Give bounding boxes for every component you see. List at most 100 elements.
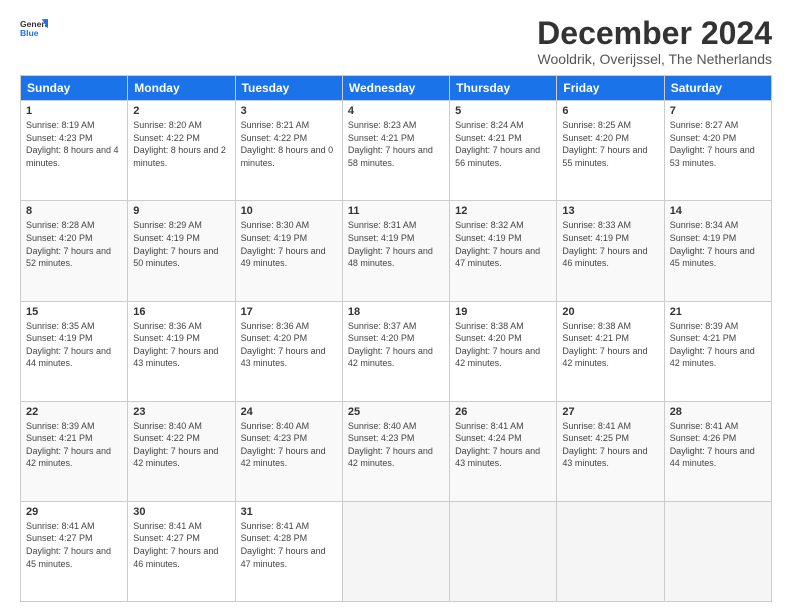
page: General Blue December 2024 Wooldrik, Ove… [0, 0, 792, 612]
day-info: Sunrise: 8:36 AMSunset: 4:19 PMDaylight:… [133, 321, 218, 369]
weekday-header-row: Sunday Monday Tuesday Wednesday Thursday… [21, 76, 772, 101]
day-number: 11 [348, 205, 444, 217]
day-cell [557, 501, 664, 601]
day-number: 13 [562, 205, 658, 217]
day-number: 4 [348, 105, 444, 117]
day-info: Sunrise: 8:41 AMSunset: 4:26 PMDaylight:… [670, 421, 755, 469]
day-cell: 13 Sunrise: 8:33 AMSunset: 4:19 PMDaylig… [557, 201, 664, 301]
day-info: Sunrise: 8:38 AMSunset: 4:20 PMDaylight:… [455, 321, 540, 369]
day-number: 18 [348, 306, 444, 318]
title-block: December 2024 Wooldrik, Overijssel, The … [537, 16, 772, 67]
day-cell: 27 Sunrise: 8:41 AMSunset: 4:25 PMDaylig… [557, 401, 664, 501]
day-cell: 5 Sunrise: 8:24 AMSunset: 4:21 PMDayligh… [450, 101, 557, 201]
day-info: Sunrise: 8:34 AMSunset: 4:19 PMDaylight:… [670, 220, 755, 268]
day-number: 15 [26, 306, 122, 318]
day-info: Sunrise: 8:41 AMSunset: 4:24 PMDaylight:… [455, 421, 540, 469]
day-cell: 19 Sunrise: 8:38 AMSunset: 4:20 PMDaylig… [450, 301, 557, 401]
day-info: Sunrise: 8:39 AMSunset: 4:21 PMDaylight:… [670, 321, 755, 369]
header-saturday: Saturday [664, 76, 771, 101]
day-info: Sunrise: 8:21 AMSunset: 4:22 PMDaylight:… [241, 120, 334, 168]
calendar-body: 1 Sunrise: 8:19 AMSunset: 4:23 PMDayligh… [21, 101, 772, 602]
day-cell: 22 Sunrise: 8:39 AMSunset: 4:21 PMDaylig… [21, 401, 128, 501]
day-cell: 11 Sunrise: 8:31 AMSunset: 4:19 PMDaylig… [342, 201, 449, 301]
day-info: Sunrise: 8:40 AMSunset: 4:23 PMDaylight:… [241, 421, 326, 469]
day-info: Sunrise: 8:41 AMSunset: 4:28 PMDaylight:… [241, 521, 326, 569]
day-info: Sunrise: 8:40 AMSunset: 4:22 PMDaylight:… [133, 421, 218, 469]
day-cell: 25 Sunrise: 8:40 AMSunset: 4:23 PMDaylig… [342, 401, 449, 501]
day-info: Sunrise: 8:40 AMSunset: 4:23 PMDaylight:… [348, 421, 433, 469]
header-wednesday: Wednesday [342, 76, 449, 101]
day-info: Sunrise: 8:20 AMSunset: 4:22 PMDaylight:… [133, 120, 226, 168]
header-friday: Friday [557, 76, 664, 101]
day-number: 12 [455, 205, 551, 217]
week-row-3: 15 Sunrise: 8:35 AMSunset: 4:19 PMDaylig… [21, 301, 772, 401]
day-number: 3 [241, 105, 337, 117]
day-cell: 23 Sunrise: 8:40 AMSunset: 4:22 PMDaylig… [128, 401, 235, 501]
week-row-2: 8 Sunrise: 8:28 AMSunset: 4:20 PMDayligh… [21, 201, 772, 301]
header-sunday: Sunday [21, 76, 128, 101]
day-cell: 15 Sunrise: 8:35 AMSunset: 4:19 PMDaylig… [21, 301, 128, 401]
day-info: Sunrise: 8:24 AMSunset: 4:21 PMDaylight:… [455, 120, 540, 168]
header: General Blue December 2024 Wooldrik, Ove… [20, 16, 772, 67]
day-number: 29 [26, 506, 122, 518]
day-info: Sunrise: 8:39 AMSunset: 4:21 PMDaylight:… [26, 421, 111, 469]
day-number: 24 [241, 406, 337, 418]
day-number: 25 [348, 406, 444, 418]
day-cell: 6 Sunrise: 8:25 AMSunset: 4:20 PMDayligh… [557, 101, 664, 201]
header-tuesday: Tuesday [235, 76, 342, 101]
day-info: Sunrise: 8:32 AMSunset: 4:19 PMDaylight:… [455, 220, 540, 268]
day-number: 30 [133, 506, 229, 518]
day-number: 6 [562, 105, 658, 117]
header-thursday: Thursday [450, 76, 557, 101]
week-row-1: 1 Sunrise: 8:19 AMSunset: 4:23 PMDayligh… [21, 101, 772, 201]
day-info: Sunrise: 8:36 AMSunset: 4:20 PMDaylight:… [241, 321, 326, 369]
day-cell: 24 Sunrise: 8:40 AMSunset: 4:23 PMDaylig… [235, 401, 342, 501]
day-cell: 21 Sunrise: 8:39 AMSunset: 4:21 PMDaylig… [664, 301, 771, 401]
day-info: Sunrise: 8:19 AMSunset: 4:23 PMDaylight:… [26, 120, 119, 168]
day-info: Sunrise: 8:41 AMSunset: 4:27 PMDaylight:… [26, 521, 111, 569]
day-info: Sunrise: 8:29 AMSunset: 4:19 PMDaylight:… [133, 220, 218, 268]
svg-text:Blue: Blue [20, 28, 39, 38]
day-number: 16 [133, 306, 229, 318]
month-title: December 2024 [537, 16, 772, 51]
day-number: 21 [670, 306, 766, 318]
day-number: 14 [670, 205, 766, 217]
day-cell [342, 501, 449, 601]
day-number: 8 [26, 205, 122, 217]
day-number: 23 [133, 406, 229, 418]
week-row-4: 22 Sunrise: 8:39 AMSunset: 4:21 PMDaylig… [21, 401, 772, 501]
day-number: 2 [133, 105, 229, 117]
day-info: Sunrise: 8:30 AMSunset: 4:19 PMDaylight:… [241, 220, 326, 268]
day-info: Sunrise: 8:38 AMSunset: 4:21 PMDaylight:… [562, 321, 647, 369]
day-number: 19 [455, 306, 551, 318]
day-cell: 10 Sunrise: 8:30 AMSunset: 4:19 PMDaylig… [235, 201, 342, 301]
day-cell [450, 501, 557, 601]
day-number: 10 [241, 205, 337, 217]
day-cell: 29 Sunrise: 8:41 AMSunset: 4:27 PMDaylig… [21, 501, 128, 601]
day-cell: 30 Sunrise: 8:41 AMSunset: 4:27 PMDaylig… [128, 501, 235, 601]
day-cell: 8 Sunrise: 8:28 AMSunset: 4:20 PMDayligh… [21, 201, 128, 301]
day-cell: 26 Sunrise: 8:41 AMSunset: 4:24 PMDaylig… [450, 401, 557, 501]
day-cell: 31 Sunrise: 8:41 AMSunset: 4:28 PMDaylig… [235, 501, 342, 601]
day-info: Sunrise: 8:27 AMSunset: 4:20 PMDaylight:… [670, 120, 755, 168]
day-number: 17 [241, 306, 337, 318]
day-cell: 20 Sunrise: 8:38 AMSunset: 4:21 PMDaylig… [557, 301, 664, 401]
day-cell: 12 Sunrise: 8:32 AMSunset: 4:19 PMDaylig… [450, 201, 557, 301]
day-cell: 16 Sunrise: 8:36 AMSunset: 4:19 PMDaylig… [128, 301, 235, 401]
day-info: Sunrise: 8:37 AMSunset: 4:20 PMDaylight:… [348, 321, 433, 369]
day-cell: 17 Sunrise: 8:36 AMSunset: 4:20 PMDaylig… [235, 301, 342, 401]
day-number: 31 [241, 506, 337, 518]
day-cell: 1 Sunrise: 8:19 AMSunset: 4:23 PMDayligh… [21, 101, 128, 201]
day-number: 26 [455, 406, 551, 418]
day-info: Sunrise: 8:41 AMSunset: 4:25 PMDaylight:… [562, 421, 647, 469]
day-cell: 18 Sunrise: 8:37 AMSunset: 4:20 PMDaylig… [342, 301, 449, 401]
day-cell: 28 Sunrise: 8:41 AMSunset: 4:26 PMDaylig… [664, 401, 771, 501]
logo-icon: General Blue [20, 16, 48, 44]
day-cell [664, 501, 771, 601]
day-number: 20 [562, 306, 658, 318]
day-info: Sunrise: 8:23 AMSunset: 4:21 PMDaylight:… [348, 120, 433, 168]
logo: General Blue [20, 16, 48, 44]
day-number: 22 [26, 406, 122, 418]
day-info: Sunrise: 8:25 AMSunset: 4:20 PMDaylight:… [562, 120, 647, 168]
day-cell: 2 Sunrise: 8:20 AMSunset: 4:22 PMDayligh… [128, 101, 235, 201]
